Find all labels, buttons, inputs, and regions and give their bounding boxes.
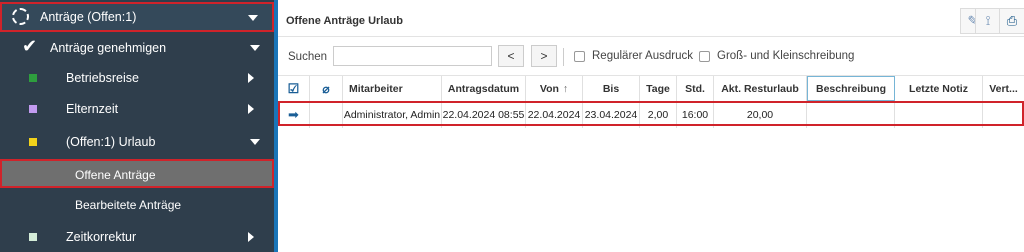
printer-icon: ⎙ bbox=[1006, 13, 1018, 28]
sort-ascending-icon: ↑ bbox=[562, 82, 569, 95]
regex-checkbox-label: Regulärer Ausdruck bbox=[592, 50, 693, 62]
regex-checkbox[interactable] bbox=[574, 51, 585, 62]
sidebar-item-label: Bearbeitete Anträge bbox=[75, 198, 182, 212]
sidebar-item-bearbeitete-antraege[interactable]: Bearbeitete Anträge bbox=[0, 190, 274, 220]
column-header-antragsdatum[interactable]: Antragsdatum bbox=[442, 76, 526, 101]
sidebar: Anträge (Offen:1) ✔ Anträge genehmigen B… bbox=[0, 0, 274, 252]
column-header-letzte-notiz[interactable]: Letzte Notiz bbox=[895, 76, 983, 101]
chevron-right-icon bbox=[248, 73, 254, 83]
column-header-von[interactable]: Von ↑ bbox=[526, 76, 583, 101]
chevron-down-icon bbox=[250, 45, 260, 51]
column-header-resturlaub[interactable]: Akt. Resturlaub bbox=[714, 76, 807, 101]
prev-button[interactable]: < bbox=[498, 45, 524, 67]
column-header-std[interactable]: Std. bbox=[677, 76, 714, 101]
select-all-header[interactable]: ☑ bbox=[278, 76, 310, 101]
sidebar-item-label: Anträge genehmigen bbox=[50, 41, 167, 55]
check-square-icon: ☑ bbox=[287, 80, 300, 96]
column-header-tage[interactable]: Tage bbox=[640, 76, 677, 101]
sidebar-item-label: Zeitkorrektur bbox=[66, 230, 137, 244]
sidebar-item-label: (Offen:1) Urlaub bbox=[66, 135, 156, 149]
case-checkbox[interactable] bbox=[699, 51, 710, 62]
column-header-label: Von bbox=[539, 82, 559, 95]
sidebar-item-antraege-genehmigen[interactable]: ✔ Anträge genehmigen bbox=[0, 33, 274, 63]
chevron-down-icon bbox=[248, 15, 258, 21]
spinner-icon bbox=[12, 8, 29, 25]
column-header-beschreibung[interactable]: Beschreibung bbox=[807, 76, 895, 101]
case-checkbox-label: Groß- und Kleinschreibung bbox=[717, 50, 855, 62]
header-divider bbox=[278, 36, 1024, 37]
sidebar-item-label: Elternzeit bbox=[66, 102, 119, 116]
column-header-vert[interactable]: Vert... bbox=[983, 76, 1024, 101]
page-title: Offene Anträge Urlaub bbox=[286, 15, 403, 27]
sidebar-item-antraege[interactable]: Anträge (Offen:1) bbox=[0, 2, 274, 32]
column-header-bis[interactable]: Bis bbox=[583, 76, 640, 101]
sidebar-item-label: Offene Anträge bbox=[75, 168, 156, 182]
color-square-icon bbox=[29, 138, 37, 146]
sidebar-item-label: Betriebsreise bbox=[66, 71, 139, 85]
search-label: Suchen bbox=[288, 51, 328, 63]
chevron-down-icon bbox=[250, 139, 260, 145]
search-input[interactable] bbox=[333, 46, 492, 66]
sidebar-item-label: Anträge (Offen:1) bbox=[40, 10, 137, 24]
next-button[interactable]: > bbox=[531, 45, 557, 67]
sidebar-item-betriebsreise[interactable]: Betriebsreise bbox=[0, 63, 274, 93]
toolbar-separator bbox=[563, 48, 564, 66]
sidebar-item-elternzeit[interactable]: Elternzeit bbox=[0, 94, 274, 124]
paperclip-icon: ⌀ bbox=[322, 81, 330, 96]
table-row[interactable] bbox=[278, 101, 1024, 126]
column-header-mitarbeiter[interactable]: Mitarbeiter bbox=[343, 76, 442, 101]
chevron-right-icon bbox=[248, 232, 254, 242]
color-square-icon bbox=[29, 105, 37, 113]
sidebar-item-urlaub[interactable]: (Offen:1) Urlaub bbox=[0, 127, 274, 157]
sidebar-item-zeitkorrektur[interactable]: Zeitkorrektur bbox=[0, 222, 274, 252]
pdf-icon: ⟟ bbox=[985, 13, 991, 28]
color-square-icon bbox=[29, 74, 37, 82]
sidebar-item-offene-antraege[interactable]: Offene Anträge bbox=[0, 159, 274, 188]
attachment-header[interactable]: ⌀ bbox=[310, 76, 343, 101]
checklist-icon: ✔ bbox=[22, 36, 38, 56]
color-square-icon bbox=[29, 233, 37, 241]
main-panel: Offene Anträge Urlaub ✎ ⟟ ⎙ Suchen < > R… bbox=[278, 0, 1024, 252]
chevron-right-icon bbox=[248, 104, 254, 114]
pdf-button[interactable]: ⟟ bbox=[975, 8, 1001, 34]
print-button[interactable]: ⎙ bbox=[999, 8, 1024, 34]
